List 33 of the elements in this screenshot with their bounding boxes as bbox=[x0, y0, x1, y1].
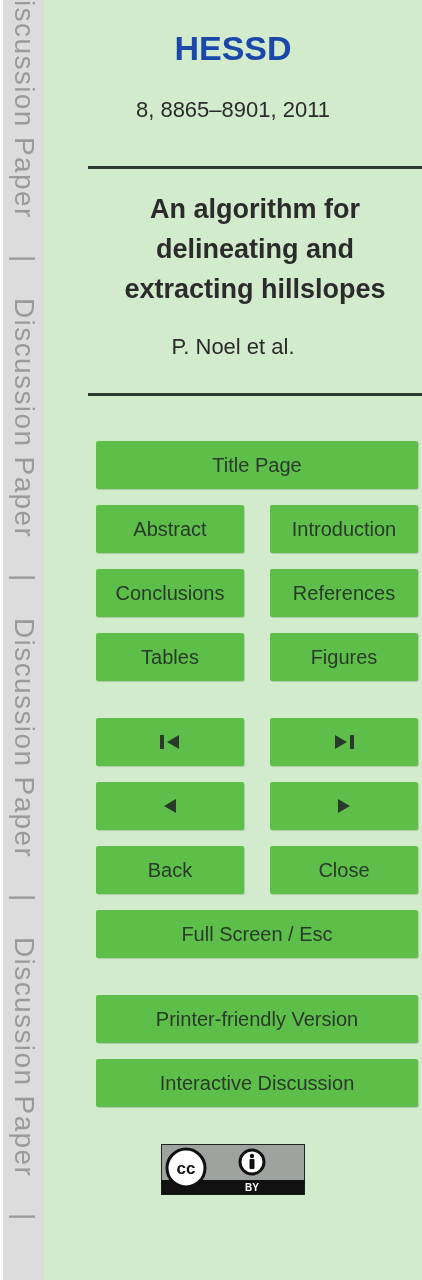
journal-name: HESSD bbox=[174, 28, 292, 69]
nav-button[interactable] bbox=[96, 718, 244, 766]
nav-button[interactable]: Introduction bbox=[270, 505, 418, 553]
margin-label: Discussion Paper bbox=[9, 617, 38, 858]
nav-button[interactable] bbox=[270, 782, 418, 830]
nav-button[interactable]: Back bbox=[96, 846, 244, 894]
separator-label: | bbox=[9, 1213, 38, 1221]
nav-button[interactable] bbox=[96, 782, 244, 830]
separator-label: | bbox=[9, 574, 38, 582]
margin-label: iscussion Paper bbox=[9, 0, 38, 219]
nav-button[interactable]: Full Screen / Esc bbox=[96, 910, 418, 958]
author-line: P. Noel et al. bbox=[171, 333, 295, 361]
citation: 8, 8865–8901, 2011 bbox=[135, 96, 331, 124]
nav-button[interactable]: Title Page bbox=[96, 441, 418, 489]
margin-label: Discussion Paper bbox=[9, 937, 38, 1178]
nav-button[interactable]: Conclusions bbox=[96, 569, 244, 617]
nav-button[interactable]: Tables bbox=[96, 633, 244, 681]
nav-button[interactable]: Abstract bbox=[96, 505, 244, 553]
nav-button[interactable]: Interactive Discussion bbox=[96, 1059, 418, 1107]
skip-to-end-icon bbox=[333, 735, 355, 749]
right-triangle-icon bbox=[337, 799, 351, 813]
nav-button[interactable]: Close bbox=[270, 846, 418, 894]
nav-button[interactable]: References bbox=[270, 569, 418, 617]
left-triangle-icon bbox=[163, 799, 177, 813]
skip-to-start-icon bbox=[159, 735, 181, 749]
separator-label: | bbox=[9, 254, 38, 262]
nav-button[interactable]: Figures bbox=[270, 633, 418, 681]
margin-label: Discussion Paper bbox=[9, 297, 38, 539]
paper-title: An algorithm for delineating and extracting hillslopes bbox=[123, 193, 387, 306]
separator-label: | bbox=[9, 893, 38, 902]
license-badge: cc BY bbox=[161, 1144, 305, 1195]
nav-button[interactable] bbox=[270, 718, 418, 766]
nav-button[interactable]: Printer-friendly Version bbox=[96, 995, 418, 1043]
